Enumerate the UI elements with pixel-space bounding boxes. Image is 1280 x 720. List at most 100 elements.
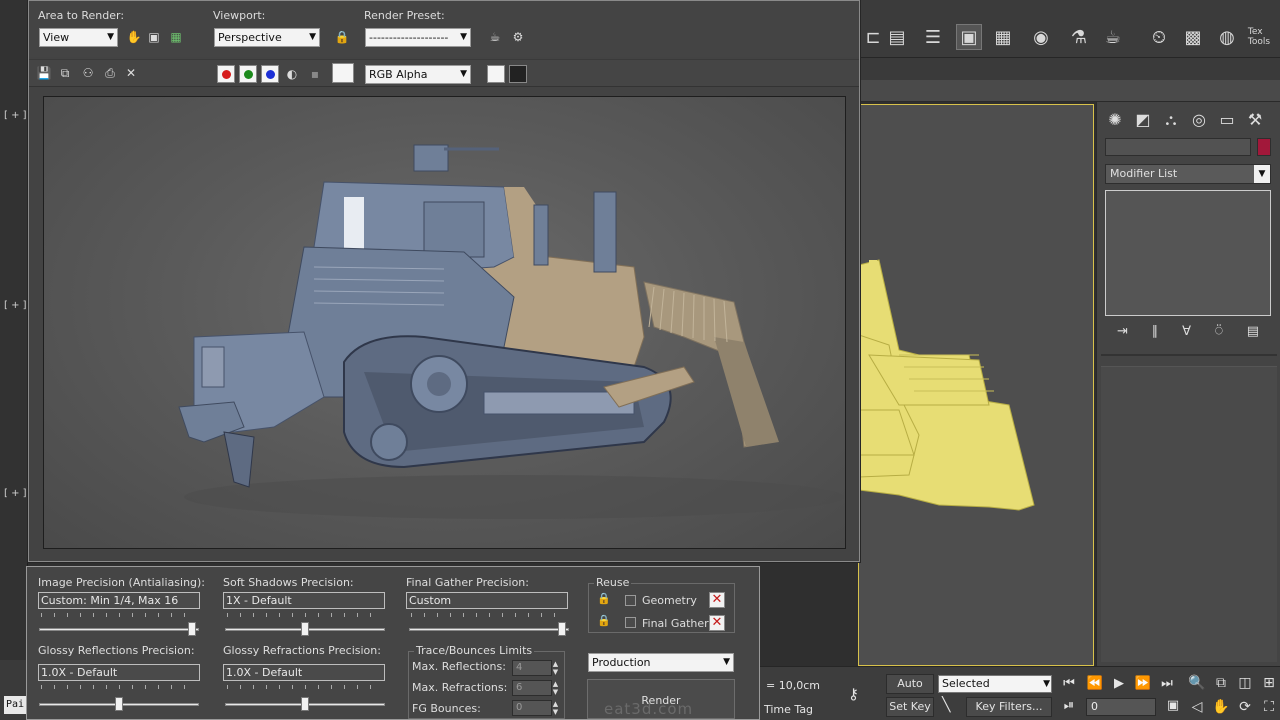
align-icon[interactable]: ▤ bbox=[884, 24, 910, 50]
image-precision-slider[interactable] bbox=[39, 622, 199, 636]
clone-frame-icon[interactable]: ⚇ bbox=[79, 64, 97, 82]
previous-frame-icon[interactable]: ⏪ bbox=[1084, 675, 1106, 693]
blue-channel-button[interactable] bbox=[261, 65, 279, 83]
zoom-icon[interactable]: 🔍 bbox=[1186, 673, 1208, 693]
red-channel-button[interactable] bbox=[217, 65, 235, 83]
key-selection-dropdown[interactable]: Selected ▼ bbox=[938, 675, 1052, 693]
hierarchy-tab-icon[interactable]: ⛬ bbox=[1159, 108, 1183, 132]
final-gather-checkbox[interactable] bbox=[625, 617, 636, 628]
auto-key-button[interactable]: Auto Key bbox=[886, 674, 934, 708]
next-frame-icon[interactable]: ⏩ bbox=[1132, 675, 1154, 693]
material-editor-icon[interactable]: ⚗ bbox=[1066, 24, 1092, 50]
glossy-reflections-slider[interactable] bbox=[39, 697, 199, 711]
key-mode-icon[interactable]: ⏯ bbox=[1058, 697, 1080, 715]
clear-icon[interactable]: ✕ bbox=[122, 64, 140, 82]
render-production-icon[interactable]: ▩ bbox=[1180, 24, 1206, 50]
max-refractions-spinner[interactable]: 6 bbox=[512, 680, 552, 696]
object-name-field[interactable] bbox=[1105, 138, 1251, 156]
pin-stack-icon[interactable]: ⇥ bbox=[1117, 324, 1128, 342]
monochrome-icon[interactable]: ▪ bbox=[306, 65, 324, 83]
maximize-viewport-icon[interactable]: ⛶ bbox=[1258, 697, 1280, 717]
zoom-extents-all-icon[interactable]: ⊞ bbox=[1258, 673, 1280, 693]
object-color-swatch[interactable] bbox=[1257, 138, 1271, 156]
curve-editor-icon[interactable]: ▦ bbox=[990, 24, 1016, 50]
final-gather-slider[interactable] bbox=[409, 622, 569, 636]
clear-geometry-button[interactable]: ✕ bbox=[709, 592, 725, 608]
modify-tab-icon[interactable]: ◩ bbox=[1131, 108, 1155, 132]
zoom-extents-icon[interactable]: ◫ bbox=[1234, 673, 1256, 693]
make-unique-icon[interactable]: ∀ bbox=[1182, 324, 1191, 342]
toggle-ui-overlay-button[interactable] bbox=[487, 65, 505, 83]
clear-final-gather-button[interactable]: ✕ bbox=[709, 615, 725, 631]
utilities-tab-icon[interactable]: ⚒ bbox=[1243, 108, 1267, 132]
motion-tab-icon[interactable]: ◎ bbox=[1187, 108, 1211, 132]
go-to-start-icon[interactable]: ⏮ bbox=[1058, 675, 1080, 693]
time-tag-button[interactable]: Time Tag bbox=[764, 703, 813, 716]
render-preset-dropdown[interactable]: -------------------- ▼ bbox=[365, 28, 471, 47]
configure-sets-icon[interactable]: ▤ bbox=[1247, 324, 1259, 342]
viewport-label[interactable]: [ + ] bbox=[4, 110, 27, 121]
channel-display-dropdown[interactable]: RGB Alpha ▼ bbox=[365, 65, 471, 84]
active-shade-icon[interactable]: ◍ bbox=[1214, 24, 1240, 50]
pan-hand-icon[interactable]: ✋ bbox=[1210, 697, 1232, 717]
render-region-icon[interactable]: ▦ bbox=[167, 28, 185, 46]
slider-thumb[interactable] bbox=[301, 622, 309, 636]
viewport-label[interactable]: [ + ] bbox=[4, 488, 27, 499]
set-key-button[interactable]: Set Key bbox=[886, 697, 934, 717]
layer-manager-icon[interactable]: ☰ bbox=[920, 24, 946, 50]
key-filters-button[interactable]: Key Filters... bbox=[966, 697, 1052, 717]
alpha-channel-icon[interactable]: ◐ bbox=[283, 65, 301, 83]
orbit-icon[interactable]: ⟳ bbox=[1234, 697, 1256, 717]
mirror-icon[interactable]: ⊏ bbox=[860, 24, 886, 50]
render-setup-icon[interactable]: ☕ bbox=[1100, 24, 1126, 50]
script-tab[interactable]: Pai bbox=[4, 696, 26, 714]
render-setup-icon[interactable]: ☕ bbox=[486, 28, 504, 46]
spinner-arrows-icon[interactable]: ▲ ▼ bbox=[551, 700, 560, 716]
lock-icon[interactable]: 🔒 bbox=[597, 614, 611, 630]
display-tab-icon[interactable]: ▭ bbox=[1215, 108, 1239, 132]
swatch-button[interactable] bbox=[332, 63, 354, 83]
glossy-refractions-slider[interactable] bbox=[225, 697, 385, 711]
print-image-icon[interactable]: ⎙ bbox=[101, 64, 119, 82]
render-mode-dropdown[interactable]: Production ▼ bbox=[588, 653, 734, 672]
fg-bounces-spinner[interactable]: 0 bbox=[512, 700, 552, 716]
slider-thumb[interactable] bbox=[188, 622, 196, 636]
green-channel-button[interactable] bbox=[239, 65, 257, 83]
remove-modifier-icon[interactable]: ⍥ bbox=[1215, 324, 1223, 342]
max-reflections-spinner[interactable]: 4 bbox=[512, 660, 552, 676]
zoom-all-icon[interactable]: ⧉ bbox=[1210, 673, 1232, 693]
spinner-arrows-icon[interactable]: ▲ ▼ bbox=[551, 680, 560, 696]
geometry-checkbox[interactable] bbox=[625, 595, 636, 606]
play-icon[interactable]: ▶ bbox=[1108, 675, 1130, 693]
toggle-ui-button[interactable] bbox=[509, 65, 527, 83]
time-config-icon[interactable]: ▣ bbox=[1162, 697, 1184, 715]
lock-viewport-icon[interactable]: 🔒 bbox=[333, 28, 351, 46]
slider-thumb[interactable] bbox=[558, 622, 566, 636]
environment-effects-icon[interactable]: ⚙ bbox=[509, 28, 527, 46]
show-end-result-icon[interactable]: ∥ bbox=[1152, 324, 1159, 342]
field-of-view-icon[interactable]: ◁ bbox=[1186, 697, 1208, 717]
slider-thumb[interactable] bbox=[301, 697, 309, 711]
schematic-view-icon[interactable]: ◉ bbox=[1028, 24, 1054, 50]
lock-icon[interactable]: 🔒 bbox=[597, 592, 611, 608]
edit-region-icon[interactable]: ✋ bbox=[125, 28, 143, 46]
auto-region-icon[interactable]: ▣ bbox=[145, 28, 163, 46]
current-frame-field[interactable]: 0 bbox=[1086, 698, 1156, 716]
key-icon[interactable]: ⚷ bbox=[848, 685, 859, 703]
copy-image-icon[interactable]: ⧉ bbox=[56, 64, 74, 82]
viewport-label[interactable]: [ + ] bbox=[4, 300, 27, 311]
viewport-dropdown[interactable]: Perspective ▼ bbox=[214, 28, 320, 47]
go-to-end-icon[interactable]: ⏭ bbox=[1156, 675, 1178, 693]
spinner-arrows-icon[interactable]: ▲ ▼ bbox=[551, 660, 560, 676]
create-tab-icon[interactable]: ✺ bbox=[1103, 108, 1127, 132]
soft-shadows-slider[interactable] bbox=[225, 622, 385, 636]
save-image-icon[interactable]: 💾 bbox=[35, 64, 53, 82]
modifier-stack[interactable] bbox=[1105, 190, 1271, 316]
text-tools-icon[interactable]: Tex Tools bbox=[1246, 24, 1272, 50]
area-to-render-dropdown[interactable]: View ▼ bbox=[39, 28, 118, 47]
slider-thumb[interactable] bbox=[115, 697, 123, 711]
tangent-icon[interactable]: ╲ bbox=[942, 697, 950, 713]
modifier-list-dropdown[interactable]: Modifier List ▼ bbox=[1105, 164, 1271, 184]
scene-explorer-icon[interactable]: ▣ bbox=[956, 24, 982, 50]
perspective-viewport[interactable] bbox=[858, 104, 1094, 666]
